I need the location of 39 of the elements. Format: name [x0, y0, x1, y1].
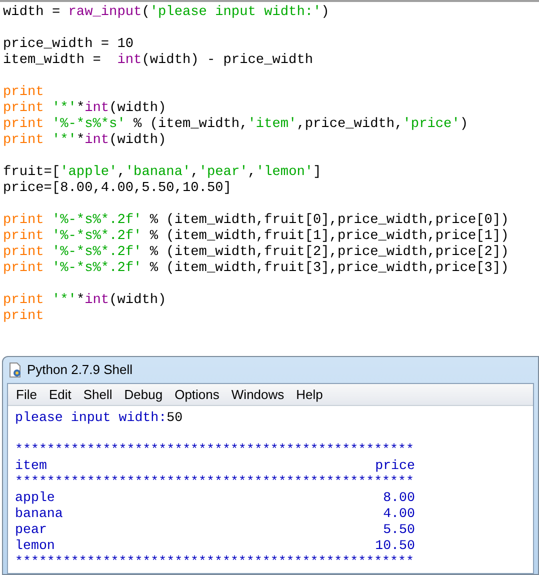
code-line: price=[8.00,4.00,5.50,10.50]: [3, 181, 232, 197]
code-line: print '*'*int(width): [3, 101, 166, 117]
item-price: 4.00: [383, 506, 415, 522]
item-name: item: [15, 458, 47, 474]
asterisk-line: **************************************************: [15, 442, 414, 458]
code-line: print '*'*int(width): [3, 133, 166, 149]
item-name: apple: [15, 490, 55, 506]
python-file-icon: [7, 362, 23, 378]
menu-item[interactable]: Debug: [119, 384, 168, 404]
code-line: print '%-*s%*.2f' % (item_width,fruit[3],price_width,price[3]): [3, 261, 509, 277]
code-line: item_width = int(width) - price_width: [3, 53, 314, 69]
code-line: price_width = 10: [3, 37, 134, 53]
menu-item[interactable]: Shell: [78, 384, 118, 404]
input-value-text: 50: [166, 410, 183, 426]
item-price: price: [375, 458, 415, 474]
item-price: 8.00: [383, 490, 415, 506]
code-line: fruit=['apple','banana','pear','lemon']: [3, 165, 322, 181]
menu-item[interactable]: Windows: [226, 384, 290, 404]
item-name: pear: [15, 522, 47, 538]
code-line: print: [3, 309, 44, 325]
code-line: print: [3, 85, 44, 101]
code-line: print '%-*s%*.2f' % (item_width,fruit[1],price_width,price[1]): [3, 229, 509, 245]
item-name: lemon: [15, 538, 55, 554]
prompt-text: please input width:: [15, 410, 167, 426]
code-line: print '%-*s%*.2f' % (item_width,fruit[2],price_width,price[2]): [3, 245, 509, 261]
code-line: print '%-*s%*s' % (item_width,'item',price_width,'price'): [3, 117, 468, 133]
menu-item[interactable]: File: [11, 384, 42, 404]
code-line: print '%-*s%*.2f' % (item_width,fruit[0],price_width,price[0]): [3, 213, 509, 229]
code-line: width = raw_input('please input width:'): [3, 5, 330, 21]
menu-item[interactable]: Help: [291, 384, 328, 404]
menu-item[interactable]: Edit: [44, 384, 76, 404]
asterisk-line: **************************************************: [15, 474, 414, 490]
code-line: print '*'*int(width): [3, 293, 166, 309]
window-title: Python 2.7.9 Shell: [27, 361, 133, 380]
menu-item[interactable]: Options: [170, 384, 224, 404]
asterisk-line: **************************************************: [15, 554, 414, 570]
item-price: 5.50: [383, 522, 415, 538]
item-price: 10.50: [375, 538, 415, 554]
item-name: banana: [15, 506, 63, 522]
